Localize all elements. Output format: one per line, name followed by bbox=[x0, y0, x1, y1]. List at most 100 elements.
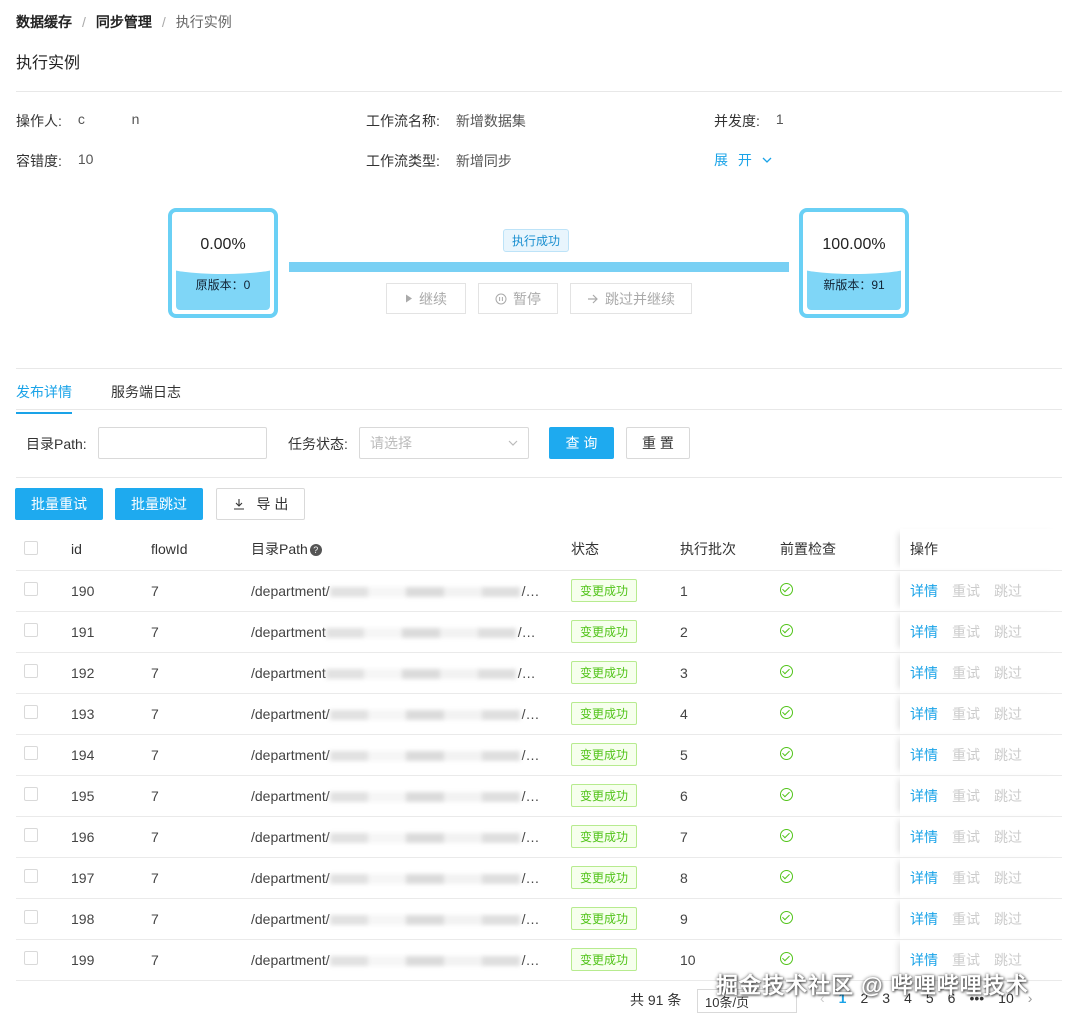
retry-link[interactable]: 重试 bbox=[952, 624, 980, 640]
cell-id: 199 bbox=[71, 939, 151, 981]
tab-publish-details[interactable]: 发布详情 bbox=[16, 382, 72, 414]
skip-continue-button[interactable]: 跳过并继续 bbox=[570, 283, 692, 314]
detail-link[interactable]: 详情 bbox=[910, 665, 938, 681]
detail-link[interactable]: 详情 bbox=[910, 583, 938, 599]
expand-toggle[interactable]: 展 开 bbox=[714, 150, 772, 170]
check-circle-icon bbox=[780, 869, 793, 883]
detail-link[interactable]: 详情 bbox=[910, 829, 938, 845]
cell-path: /department//… bbox=[251, 816, 571, 858]
retry-link[interactable]: 重试 bbox=[952, 788, 980, 804]
redacted-path bbox=[325, 668, 516, 679]
row-checkbox[interactable] bbox=[24, 705, 38, 719]
source-percent: 0.00% bbox=[200, 236, 246, 253]
detail-link[interactable]: 详情 bbox=[910, 624, 938, 640]
workflow-type-field: 工作流类型: 新增同步 bbox=[366, 151, 512, 171]
skip-link[interactable]: 跳过 bbox=[994, 870, 1022, 886]
redacted-path bbox=[325, 627, 516, 638]
chevron-down-icon bbox=[762, 157, 772, 163]
cell-flowid: 7 bbox=[151, 816, 251, 858]
select-all-checkbox[interactable] bbox=[24, 540, 38, 555]
status-select-placeholder: 请选择 bbox=[370, 435, 412, 451]
query-button[interactable]: 查 询 bbox=[549, 427, 614, 459]
cell-path: /department//… bbox=[251, 898, 571, 940]
breadcrumb-item-cache[interactable]: 数据缓存 bbox=[16, 12, 72, 32]
check-circle-icon bbox=[780, 951, 793, 965]
table-row: 196 7 /department//… 变更成功 7 详情 重试 跳过 bbox=[16, 816, 1062, 858]
divider bbox=[16, 477, 1062, 478]
operator-field: 操作人: c n bbox=[16, 111, 139, 131]
status-badge: 执行成功 bbox=[503, 229, 570, 252]
cell-path-text: /department/ bbox=[251, 828, 330, 845]
row-checkbox[interactable] bbox=[24, 623, 38, 637]
detail-link[interactable]: 详情 bbox=[910, 706, 938, 722]
skip-link[interactable]: 跳过 bbox=[994, 952, 1022, 968]
skip-link[interactable]: 跳过 bbox=[994, 706, 1022, 722]
retry-link[interactable]: 重试 bbox=[952, 952, 980, 968]
retry-link[interactable]: 重试 bbox=[952, 665, 980, 681]
cell-id: 194 bbox=[71, 734, 151, 776]
batch-retry-button[interactable]: 批量重试 bbox=[15, 488, 103, 520]
row-checkbox[interactable] bbox=[24, 828, 38, 842]
skip-link[interactable]: 跳过 bbox=[994, 829, 1022, 845]
cell-path: /department//… bbox=[251, 857, 571, 899]
concurrency-value: 1 bbox=[775, 111, 784, 127]
export-button[interactable]: 导 出 bbox=[216, 488, 305, 520]
skip-link[interactable]: 跳过 bbox=[994, 788, 1022, 804]
batch-skip-button[interactable]: 批量跳过 bbox=[115, 488, 203, 520]
col-flowid: flowId bbox=[151, 529, 251, 571]
row-checkbox[interactable] bbox=[24, 664, 38, 678]
status-badge: 变更成功 bbox=[571, 866, 638, 889]
help-icon[interactable]: ? bbox=[309, 544, 322, 557]
breadcrumb-item-sync[interactable]: 同步管理 bbox=[96, 12, 152, 32]
skip-link[interactable]: 跳过 bbox=[994, 583, 1022, 599]
row-checkbox[interactable] bbox=[24, 869, 38, 883]
skip-link[interactable]: 跳过 bbox=[994, 665, 1022, 681]
table-row: 194 7 /department//… 变更成功 5 详情 重试 跳过 bbox=[16, 734, 1062, 776]
cell-id: 197 bbox=[71, 857, 151, 899]
pagination-total: 共 91 条 bbox=[630, 992, 682, 1008]
cell-flowid: 7 bbox=[151, 939, 251, 981]
cell-flowid: 7 bbox=[151, 570, 251, 612]
cell-id: 193 bbox=[71, 693, 151, 735]
skip-link[interactable]: 跳过 bbox=[994, 911, 1022, 927]
retry-link[interactable]: 重试 bbox=[952, 583, 980, 599]
cell-path-text: /department bbox=[251, 664, 326, 681]
detail-link[interactable]: 详情 bbox=[910, 788, 938, 804]
retry-link[interactable]: 重试 bbox=[952, 747, 980, 763]
cell-path-text: /department/ bbox=[251, 582, 330, 599]
col-id: id bbox=[71, 529, 151, 571]
retry-link[interactable]: 重试 bbox=[952, 911, 980, 927]
target-percent: 100.00% bbox=[822, 236, 886, 253]
detail-link[interactable]: 详情 bbox=[910, 870, 938, 886]
expand-label: 展 开 bbox=[714, 152, 755, 168]
status-badge: 变更成功 bbox=[571, 579, 638, 602]
page-title: 执行实例 bbox=[16, 55, 81, 72]
path-input[interactable] bbox=[98, 427, 267, 459]
tab-server-logs[interactable]: 服务端日志 bbox=[111, 382, 181, 402]
cell-path: /department//… bbox=[251, 775, 571, 817]
row-checkbox[interactable] bbox=[24, 582, 38, 596]
row-checkbox[interactable] bbox=[24, 951, 38, 965]
continue-button[interactable]: 继续 bbox=[386, 283, 466, 314]
skip-continue-label: 跳过并继续 bbox=[605, 290, 675, 307]
redacted-path bbox=[329, 873, 520, 884]
status-select[interactable]: 请选择 bbox=[359, 427, 529, 459]
status-badge: 变更成功 bbox=[571, 743, 638, 766]
retry-link[interactable]: 重试 bbox=[952, 706, 980, 722]
skip-link[interactable]: 跳过 bbox=[994, 747, 1022, 763]
detail-link[interactable]: 详情 bbox=[910, 747, 938, 763]
breadcrumb-separator: / bbox=[82, 14, 86, 30]
pause-label: 暂停 bbox=[513, 290, 541, 307]
row-checkbox[interactable] bbox=[24, 746, 38, 760]
retry-link[interactable]: 重试 bbox=[952, 870, 980, 886]
skip-link[interactable]: 跳过 bbox=[994, 624, 1022, 640]
source-caption: 原版本：0 bbox=[195, 278, 251, 292]
detail-link[interactable]: 详情 bbox=[910, 911, 938, 927]
row-checkbox[interactable] bbox=[24, 910, 38, 924]
reset-button[interactable]: 重 置 bbox=[626, 427, 690, 459]
retry-link[interactable]: 重试 bbox=[952, 829, 980, 845]
workflow-type-label: 工作流类型: bbox=[366, 153, 440, 169]
detail-link[interactable]: 详情 bbox=[910, 952, 938, 968]
row-checkbox[interactable] bbox=[24, 787, 38, 801]
pause-button[interactable]: 暂停 bbox=[478, 283, 558, 314]
